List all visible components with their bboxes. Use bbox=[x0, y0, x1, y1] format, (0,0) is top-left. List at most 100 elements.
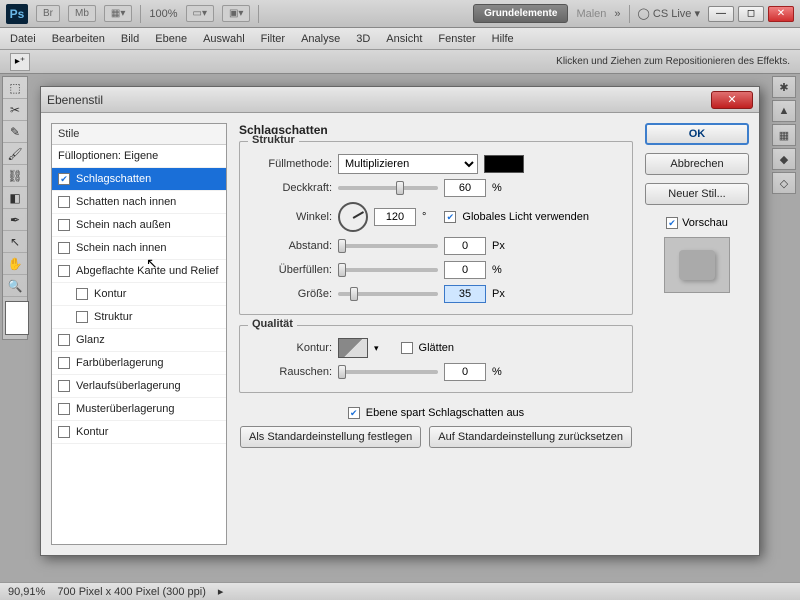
preview-checkbox[interactable]: ✔ bbox=[666, 217, 678, 229]
size-input[interactable] bbox=[444, 285, 486, 303]
style-checkbox[interactable] bbox=[76, 288, 88, 300]
style-row-8[interactable]: Farbüberlagerung bbox=[52, 352, 226, 375]
contour-picker[interactable] bbox=[338, 338, 368, 358]
set-default-button[interactable]: Als Standardeinstellung festlegen bbox=[240, 426, 421, 448]
global-light-checkbox[interactable]: ✔ bbox=[444, 211, 456, 223]
blend-mode-select[interactable]: Multiplizieren bbox=[338, 154, 478, 174]
new-style-button[interactable]: Neuer Stil... bbox=[645, 183, 749, 205]
workspace-paint[interactable]: Malen bbox=[576, 8, 606, 20]
noise-input[interactable] bbox=[444, 363, 486, 381]
style-checkbox[interactable] bbox=[76, 311, 88, 323]
window-close[interactable]: ✕ bbox=[768, 6, 794, 22]
panel-icon-1[interactable]: ✱ bbox=[772, 76, 796, 98]
cslive-button[interactable]: ◯ CS Live ▾ bbox=[638, 7, 700, 20]
style-checkbox[interactable] bbox=[58, 380, 70, 392]
menu-datei[interactable]: Datei bbox=[10, 33, 36, 45]
style-checkbox[interactable] bbox=[58, 426, 70, 438]
tool-brush[interactable]: 🖌 bbox=[3, 143, 27, 165]
style-row-1[interactable]: Schatten nach innen bbox=[52, 191, 226, 214]
style-checkbox[interactable]: ✔ bbox=[58, 173, 70, 185]
knockout-checkbox[interactable]: ✔ bbox=[348, 407, 360, 419]
menu-auswahl[interactable]: Auswahl bbox=[203, 33, 245, 45]
window-minimize[interactable]: — bbox=[708, 6, 734, 22]
style-fill-options[interactable]: Fülloptionen: Eigene bbox=[52, 145, 226, 168]
antialias-checkbox[interactable] bbox=[401, 342, 413, 354]
reset-default-button[interactable]: Auf Standardeinstellung zurücksetzen bbox=[429, 426, 632, 448]
dialog-titlebar[interactable]: Ebenenstil ✕ bbox=[41, 87, 759, 113]
style-row-3[interactable]: Schein nach innen bbox=[52, 237, 226, 260]
dialog-close-button[interactable]: ✕ bbox=[711, 91, 753, 109]
style-checkbox[interactable] bbox=[58, 265, 70, 277]
bridge-button[interactable]: Br bbox=[36, 5, 60, 22]
zoom-level[interactable]: 100% bbox=[149, 8, 177, 20]
ok-button[interactable]: OK bbox=[645, 123, 749, 145]
menu-filter[interactable]: Filter bbox=[261, 33, 285, 45]
style-row-6[interactable]: Struktur bbox=[52, 306, 226, 329]
style-row-10[interactable]: Musterüberlagerung bbox=[52, 398, 226, 421]
style-checkbox[interactable] bbox=[58, 334, 70, 346]
noise-slider[interactable] bbox=[338, 370, 438, 374]
size-slider[interactable] bbox=[338, 292, 438, 296]
menu-analyse[interactable]: Analyse bbox=[301, 33, 340, 45]
angle-input[interactable] bbox=[374, 208, 416, 226]
screen-button[interactable]: ▣▾ bbox=[222, 5, 250, 22]
style-row-2[interactable]: Schein nach außen bbox=[52, 214, 226, 237]
status-arrow[interactable]: ▸ bbox=[218, 585, 224, 598]
tool-marquee[interactable]: ⬚ bbox=[3, 77, 27, 99]
tool-path[interactable]: ↖ bbox=[3, 231, 27, 253]
style-row-4[interactable]: Abgeflachte Kante und Relief bbox=[52, 260, 226, 283]
panel-icon-3[interactable]: ▦ bbox=[772, 124, 796, 146]
panel-icon-5[interactable]: ◇ bbox=[772, 172, 796, 194]
move-tool-icon[interactable]: ▸⁺ bbox=[10, 53, 30, 71]
opacity-slider[interactable] bbox=[338, 186, 438, 190]
menu-ansicht[interactable]: Ansicht bbox=[386, 33, 422, 45]
style-row-5[interactable]: Kontur bbox=[52, 283, 226, 306]
minibridge-button[interactable]: Mb bbox=[68, 5, 96, 22]
window-maximize[interactable]: ◻ bbox=[738, 6, 764, 22]
style-checkbox[interactable] bbox=[58, 357, 70, 369]
style-checkbox[interactable] bbox=[58, 219, 70, 231]
tool-hand[interactable]: ✋ bbox=[3, 253, 27, 275]
style-label: Struktur bbox=[94, 311, 133, 323]
style-row-7[interactable]: Glanz bbox=[52, 329, 226, 352]
menu-3d[interactable]: 3D bbox=[356, 33, 370, 45]
menu-bild[interactable]: Bild bbox=[121, 33, 139, 45]
style-checkbox[interactable] bbox=[58, 242, 70, 254]
style-checkbox[interactable] bbox=[58, 403, 70, 415]
angle-dial[interactable] bbox=[338, 202, 368, 232]
style-checkbox[interactable] bbox=[58, 196, 70, 208]
style-row-11[interactable]: Kontur bbox=[52, 421, 226, 444]
opacity-input[interactable] bbox=[444, 179, 486, 197]
distance-slider[interactable] bbox=[338, 244, 438, 248]
workspace-more[interactable]: » bbox=[614, 8, 620, 20]
status-zoom[interactable]: 90,91% bbox=[8, 586, 45, 598]
menu-bearbeiten[interactable]: Bearbeiten bbox=[52, 33, 105, 45]
shadow-color-swatch[interactable] bbox=[484, 155, 524, 173]
spread-input[interactable] bbox=[444, 261, 486, 279]
panel-icon-4[interactable]: ◆ bbox=[772, 148, 796, 170]
tool-clone[interactable]: ⛓ bbox=[3, 165, 27, 187]
tool-eyedropper[interactable]: ✎ bbox=[3, 121, 27, 143]
arrange-button[interactable]: ▭▾ bbox=[186, 5, 214, 22]
menu-ebene[interactable]: Ebene bbox=[155, 33, 187, 45]
size-label: Größe: bbox=[250, 288, 332, 300]
screen-mode-button[interactable]: ▦▾ bbox=[104, 5, 132, 22]
menu-hilfe[interactable]: Hilfe bbox=[492, 33, 514, 45]
workspace-essentials[interactable]: Grundelemente bbox=[473, 4, 568, 23]
panel-icon-2[interactable]: ▲ bbox=[772, 100, 796, 122]
blend-label: Füllmethode: bbox=[250, 158, 332, 170]
style-row-9[interactable]: Verlaufsüberlagerung bbox=[52, 375, 226, 398]
foreground-color[interactable] bbox=[5, 301, 29, 335]
status-doc-info[interactable]: 700 Pixel x 400 Pixel (300 ppi) bbox=[57, 586, 206, 598]
spread-label: Überfüllen: bbox=[250, 264, 332, 276]
tool-zoom[interactable]: 🔍 bbox=[3, 275, 27, 297]
tool-eraser[interactable]: ◧ bbox=[3, 187, 27, 209]
cancel-button[interactable]: Abbrechen bbox=[645, 153, 749, 175]
tool-pen[interactable]: ✒ bbox=[3, 209, 27, 231]
tool-crop[interactable]: ✂ bbox=[3, 99, 27, 121]
distance-input[interactable] bbox=[444, 237, 486, 255]
style-row-0[interactable]: ✔Schlagschatten bbox=[52, 168, 226, 191]
spread-slider[interactable] bbox=[338, 268, 438, 272]
menu-fenster[interactable]: Fenster bbox=[438, 33, 475, 45]
styles-header[interactable]: Stile bbox=[52, 124, 226, 145]
